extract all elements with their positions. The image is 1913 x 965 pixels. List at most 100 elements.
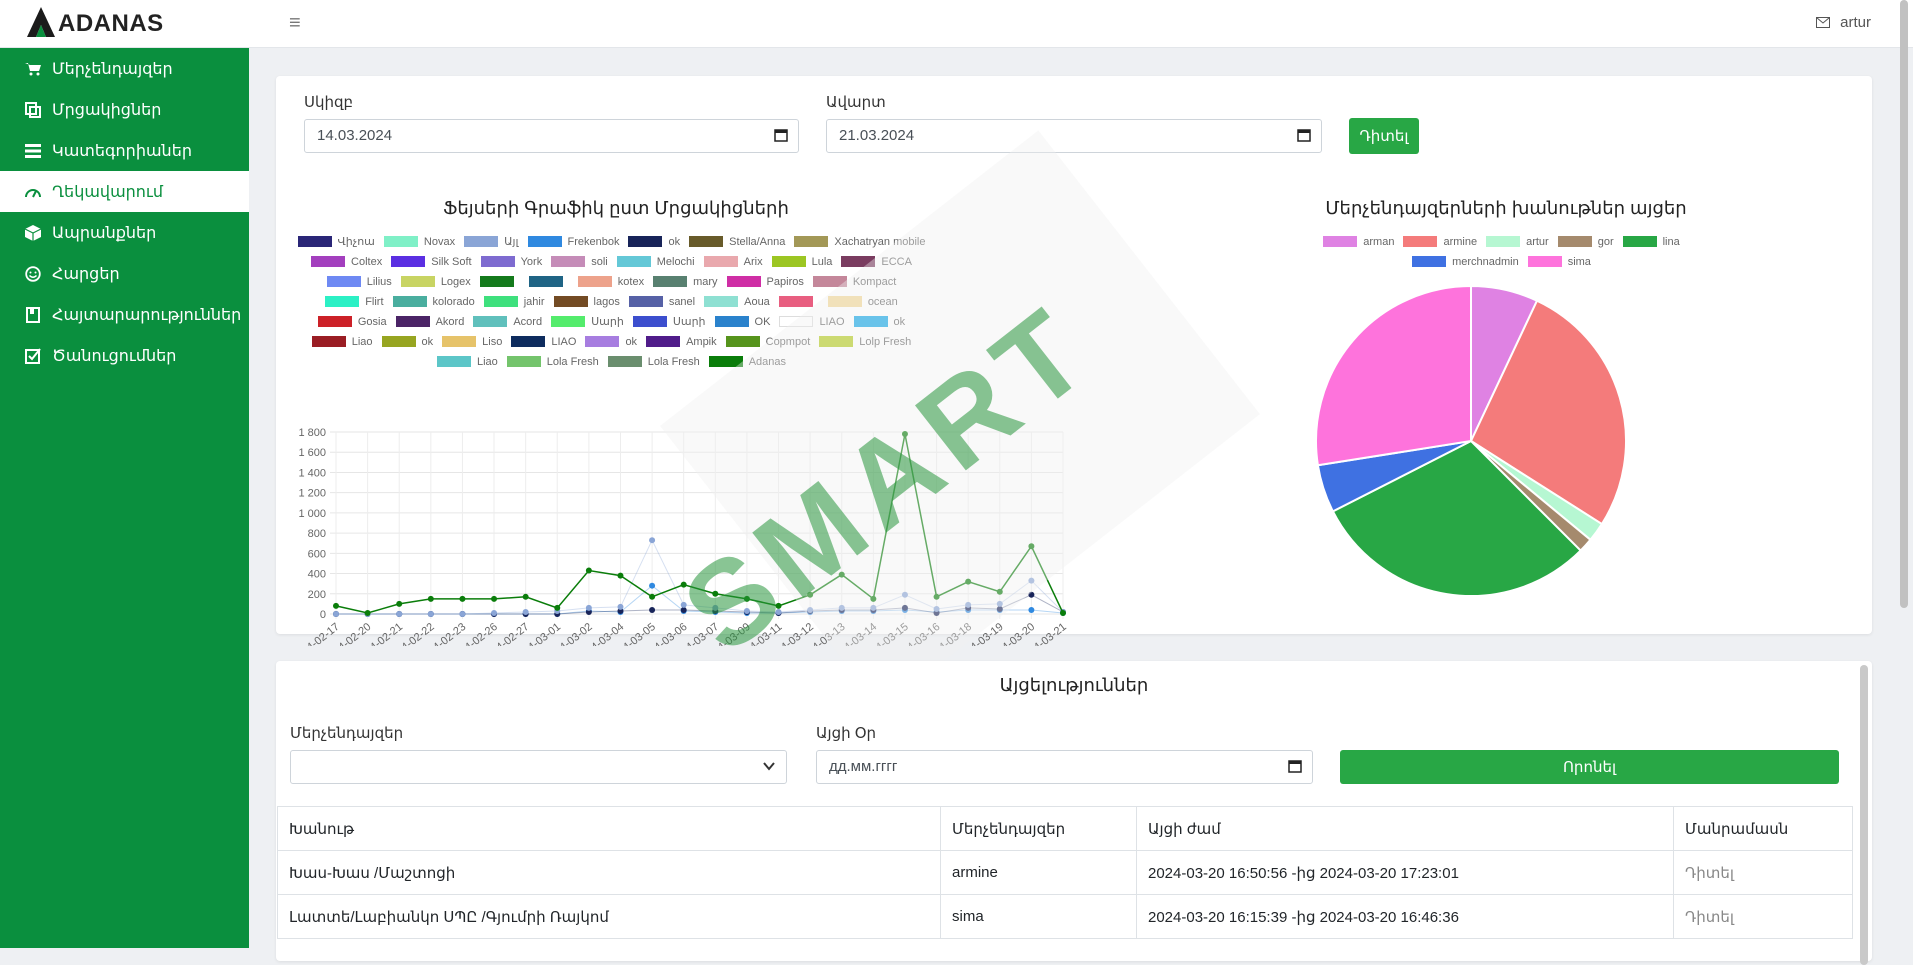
legend-item[interactable] [778,294,819,309]
legend-item[interactable]: Xachatryan mobile [794,234,925,249]
data-point[interactable] [743,607,750,614]
legend-item[interactable]: kolorado [392,294,475,309]
column-header-details[interactable]: Մանրամասն [1673,806,1853,851]
data-point[interactable] [901,431,908,438]
page-scrollbar[interactable] [1900,0,1908,608]
legend-item[interactable]: kotex [577,274,644,289]
data-point[interactable] [680,601,687,608]
legend-item[interactable]: gor [1557,234,1614,249]
column-header-visit-time[interactable]: Այցի ժամ [1136,806,1674,851]
legend-item[interactable]: mary [653,274,718,289]
data-point[interactable] [807,591,814,598]
legend-item[interactable]: Kompact [812,274,896,289]
data-point[interactable] [617,572,624,579]
data-point[interactable] [554,604,561,611]
data-point[interactable] [1060,609,1066,616]
data-point[interactable] [933,605,940,612]
sidebar-item-products[interactable]: Ապրանքներ [0,212,249,253]
data-point[interactable] [617,603,624,610]
legend-item[interactable]: ok [853,314,905,329]
legend-item[interactable]: artur [1486,234,1549,249]
sidebar-item-merchandisers[interactable]: Մերչենդայզեր [0,48,249,89]
data-point[interactable] [807,606,814,613]
data-point[interactable] [585,567,592,574]
data-point[interactable] [649,593,656,600]
legend-item[interactable]: lagos [553,294,620,309]
data-point[interactable] [1028,591,1035,598]
legend-item[interactable]: sanel [628,294,695,309]
legend-item[interactable]: Aoua [704,294,770,309]
data-point[interactable] [712,604,719,611]
data-point[interactable] [838,604,845,611]
legend-item[interactable]: soli [551,254,608,269]
data-point[interactable] [522,593,529,600]
legend-item[interactable]: Silk Soft [391,254,472,269]
legend-item[interactable]: Melochi [616,254,695,269]
sidebar-item-management[interactable]: Ղեկավարում [0,171,249,212]
data-point[interactable] [427,595,434,602]
data-point[interactable] [996,588,1003,595]
data-point[interactable] [585,604,592,611]
legend-item[interactable]: LIAO [779,314,845,329]
user-menu[interactable]: artur [1816,14,1871,31]
data-point[interactable] [459,595,466,602]
column-header-store[interactable]: Խանութ [277,806,941,851]
legend-item[interactable]: OK [714,314,770,329]
data-point[interactable] [1028,577,1035,584]
visit-date-input[interactable]: дд.мм.гггг [816,750,1313,784]
data-point[interactable] [522,608,529,615]
data-point[interactable] [649,606,656,613]
legend-item[interactable]: Acord [473,314,542,329]
legend-item[interactable]: Flirt [325,294,384,309]
data-point[interactable] [901,604,908,611]
data-point[interactable] [901,591,908,598]
legend-item[interactable]: Novax [383,234,455,249]
legend-item[interactable]: sima [1527,254,1591,269]
data-point[interactable] [965,601,972,608]
data-point[interactable] [364,609,371,616]
data-point[interactable] [775,608,782,615]
view-details-link[interactable]: Դիտել [1673,894,1853,939]
brand-logo[interactable]: ADANAS [26,6,164,38]
data-point[interactable] [491,595,498,602]
merchandiser-select[interactable] [290,750,787,784]
end-date-input[interactable]: 21.03.2024 [826,119,1322,153]
data-point[interactable] [712,590,719,597]
data-point[interactable] [680,581,687,588]
data-point[interactable] [1028,606,1035,613]
legend-item[interactable] [479,274,520,289]
legend-item[interactable]: Frekenbok [527,234,619,249]
pie-slice[interactable] [1315,284,1472,467]
legend-item[interactable]: lina [1622,234,1680,249]
view-details-link[interactable]: Դիտել [1673,850,1853,895]
data-point[interactable] [870,595,877,602]
view-button[interactable]: Դիտել [1349,118,1419,154]
legend-item[interactable]: ocean [827,294,898,309]
start-date-input[interactable]: 14.03.2024 [304,119,799,153]
legend-item[interactable]: armine [1403,234,1477,249]
legend-item[interactable]: arman [1323,234,1394,249]
data-point[interactable] [459,611,466,617]
sidebar-item-categories[interactable]: Կատեգորիաներ [0,130,249,171]
data-point[interactable] [427,611,434,617]
data-point[interactable] [775,602,782,609]
legend-item[interactable]: merchnadmin [1412,254,1519,269]
sidebar-item-notifications[interactable]: Ծանուցումներ [0,335,249,376]
data-point[interactable] [933,593,940,600]
calendar-icon[interactable] [1288,759,1302,773]
data-point[interactable] [396,611,403,617]
legend-item[interactable]: York [480,254,542,269]
legend-item[interactable]: Սարի [551,314,624,329]
data-point[interactable] [333,611,339,617]
search-button[interactable]: Որոնել [1340,750,1839,784]
data-point[interactable] [965,578,972,585]
sidebar-item-competitors[interactable]: Մրցակիցներ [0,89,249,130]
legend-item[interactable]: Lilius [326,274,392,289]
legend-item[interactable]: Gosia [317,314,387,329]
legend-item[interactable]: Akord [395,314,464,329]
legend-item[interactable] [528,274,569,289]
legend-item[interactable]: Այլ [464,234,519,249]
legend-item[interactable]: Lula [771,254,832,269]
calendar-icon[interactable] [774,128,788,142]
sidebar-item-questions[interactable]: Հարցեր [0,253,249,294]
